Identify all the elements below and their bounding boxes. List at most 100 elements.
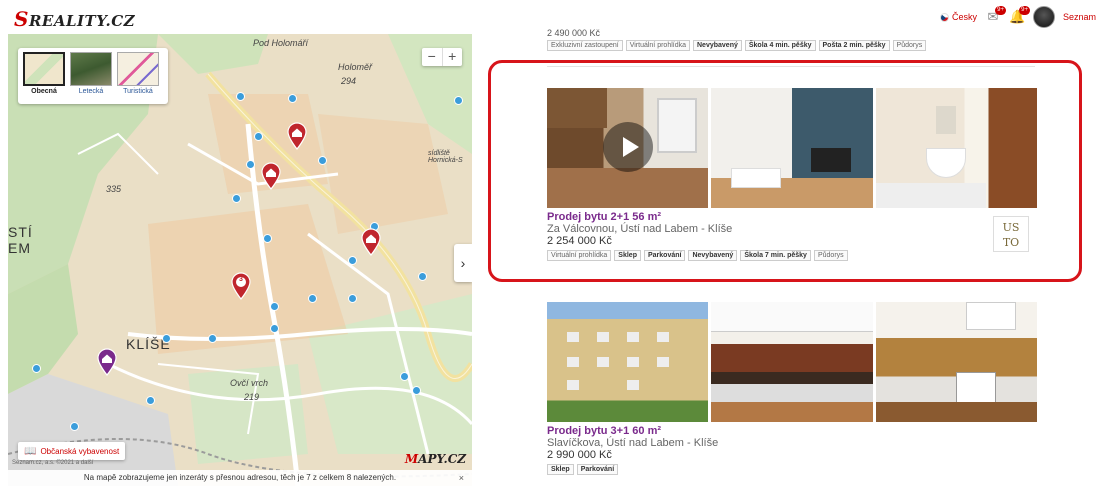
bell-badge: 9+ [1019, 6, 1030, 15]
place-label: 294 [341, 76, 357, 86]
property-pin-icon[interactable] [286, 122, 308, 150]
language-switch[interactable]: Česky [940, 12, 977, 23]
bus-stop-icon[interactable] [400, 372, 409, 381]
listing-price: 2 990 000 Kč [547, 449, 612, 461]
place-label: EM [8, 240, 31, 256]
mapy-logo[interactable]: MAPY.CZ [405, 452, 466, 466]
cluster-pin[interactable]: 3 [230, 272, 252, 300]
listing-photo-living[interactable] [711, 88, 873, 208]
listing-title[interactable]: Prodej bytu 2+1 56 m² [547, 211, 1037, 223]
tag: Virtuální prohlídka [547, 250, 612, 261]
listing-address: Za Válcovnou, Ústí nad Labem - Klíše [547, 223, 733, 235]
book-icon: 📖 [24, 445, 37, 457]
tag: Virtuální prohlídka [625, 40, 690, 51]
tag: Škola 4 min. pěšky [744, 40, 816, 51]
previous-price: 2 490 000 Kč [547, 28, 601, 38]
bus-stop-icon[interactable] [208, 334, 217, 343]
layer-thumb-aerial [70, 52, 112, 86]
bus-stop-icon[interactable] [318, 156, 327, 165]
tag: Nevybavený [688, 250, 738, 261]
expand-map-button[interactable]: › [454, 244, 472, 282]
property-pin-icon[interactable] [360, 228, 382, 256]
top-right-controls: Česky ✉ 9+ 🔔 9+ Seznam [940, 6, 1096, 28]
czech-flag-icon [940, 13, 950, 23]
tag: Půdorys [892, 40, 927, 51]
bus-stop-icon[interactable] [263, 234, 272, 243]
map-info-note: Na mapě zobrazujeme jen inzeráty s přesn… [8, 470, 472, 486]
listing-photos[interactable] [547, 302, 1037, 422]
bus-stop-icon[interactable] [454, 96, 463, 105]
cluster-count: 3 [239, 276, 243, 283]
tag: Pošta 2 min. pěšky [818, 40, 890, 51]
place-label: Pod Holomáří [253, 38, 309, 48]
listing-photo-kitchen[interactable] [711, 302, 873, 422]
layer-thumb-basic [23, 52, 65, 86]
bus-stop-icon[interactable] [288, 94, 297, 103]
map-copyright[interactable]: Seznam.cz, a.s. ©2021 a další [12, 460, 93, 466]
listing-photo-building[interactable] [547, 302, 709, 422]
listing-photo-bathroom[interactable] [875, 88, 1037, 208]
tag: Nevybavený [693, 40, 742, 51]
bus-stop-icon[interactable] [246, 160, 255, 169]
zoom-control: − + [422, 48, 462, 66]
play-video-icon[interactable] [603, 122, 653, 172]
zoom-out-button[interactable]: − [422, 48, 442, 66]
layer-thumb-tourist [117, 52, 159, 86]
listing-photo-kitchen-2[interactable] [875, 302, 1037, 422]
mail-badge: 9+ [995, 6, 1006, 15]
tag: Exkluzivní zastoupení [547, 40, 623, 51]
listing-photos[interactable] [547, 88, 1037, 208]
place-label: sídliště Hornická-S [428, 150, 463, 164]
listing-title[interactable]: Prodej bytu 3+1 60 m² [547, 425, 1037, 437]
listing-price: 2 254 000 Kč [547, 235, 612, 247]
listing-card[interactable]: Prodej bytu 3+1 60 m² Slavíčkova, Ústí n… [547, 302, 1037, 475]
listing-panel: 2 490 000 Kč Exkluzivní zastoupení Virtu… [472, 28, 1096, 486]
bell-icon[interactable]: 🔔 9+ [1009, 6, 1030, 24]
bus-stop-icon[interactable] [308, 294, 317, 303]
bus-stop-icon[interactable] [348, 256, 357, 265]
map-panel[interactable]: Pod Holomáří Holoměř 294 335 STÍ EM KLÍŠ… [8, 34, 472, 486]
bus-stop-icon[interactable] [254, 132, 263, 141]
tag: Parkování [576, 464, 619, 475]
place-label: 219 [244, 392, 260, 402]
listing-card[interactable]: Prodej bytu 2+1 56 m² Za Válcovnou, Ústí… [547, 88, 1037, 261]
bus-stop-icon[interactable] [270, 324, 279, 333]
close-note-button[interactable]: × [459, 470, 464, 486]
place-label: Holoměř [338, 62, 373, 72]
bus-stop-icon[interactable] [232, 194, 241, 203]
seznam-link[interactable]: Seznam [1063, 12, 1096, 22]
previous-tags: Exkluzivní zastoupení Virtuální prohlídk… [547, 40, 927, 51]
layer-tourist[interactable]: Turistická [116, 52, 160, 100]
property-pin-icon[interactable] [260, 162, 282, 190]
sreality-logo[interactable]: SREALITY.CZ [14, 7, 135, 31]
tag: Půdorys [813, 250, 848, 261]
layer-aerial[interactable]: Letecká [69, 52, 113, 100]
bus-stop-icon[interactable] [348, 294, 357, 303]
agency-logo[interactable]: US TO [993, 216, 1029, 252]
zoom-in-button[interactable]: + [441, 48, 463, 66]
bus-stop-icon[interactable] [32, 364, 41, 373]
bus-stop-icon[interactable] [146, 396, 155, 405]
previous-listing-tail: 2 490 000 Kč Exkluzivní zastoupení Virtu… [547, 28, 927, 51]
layer-basic[interactable]: Obecná [22, 52, 66, 100]
selected-property-pin-icon[interactable] [96, 348, 118, 376]
bus-stop-icon[interactable] [270, 302, 279, 311]
place-label: Ovčí vrch [230, 378, 269, 388]
tag: Sklep [614, 250, 641, 261]
avatar[interactable] [1032, 6, 1055, 28]
listing-tags: Sklep Parkování [547, 464, 1037, 475]
tag: Sklep [547, 464, 574, 475]
place-label: 335 [106, 184, 122, 194]
listing-address: Slavíčkova, Ústí nad Labem - Klíše [547, 437, 719, 449]
bus-stop-icon[interactable] [418, 272, 427, 281]
mail-icon[interactable]: ✉ 9+ [985, 6, 1006, 24]
bus-stop-icon[interactable] [70, 422, 79, 431]
map-layer-switcher: Obecná Letecká Turistická [18, 48, 168, 104]
listing-photo-kitchen[interactable] [547, 88, 709, 208]
bus-stop-icon[interactable] [162, 334, 171, 343]
place-label: STÍ [8, 224, 33, 240]
bus-stop-icon[interactable] [236, 92, 245, 101]
bus-stop-icon[interactable] [412, 386, 421, 395]
tag: Parkování [643, 250, 686, 261]
amenities-button[interactable]: 📖 Občanská vybavenost [18, 442, 126, 460]
